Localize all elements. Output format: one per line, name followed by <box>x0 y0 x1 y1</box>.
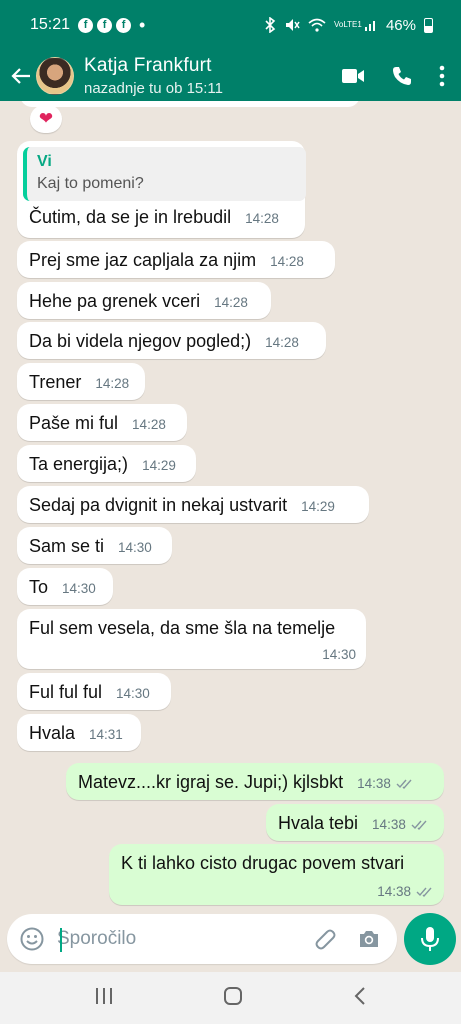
read-ticks-icon <box>416 882 434 903</box>
voice-call-icon[interactable] <box>391 65 413 87</box>
last-seen: nazadnje tu ob 15:11 <box>84 79 224 97</box>
message-time: 14:28 <box>265 335 299 350</box>
message-text: Sam se ti <box>29 536 105 556</box>
message-text: Matevz....kr igraj se. Jupi;) kjlsbkt <box>78 772 344 792</box>
message-bubble-in[interactable]: Paše mi ful 14:28 <box>17 404 187 441</box>
message-bubble-out[interactable]: Matevz....kr igraj se. Jupi;) kjlsbkt 14:… <box>66 763 444 800</box>
message-bubble-in[interactable]: Hehe pa grenek vceri 14:28 <box>17 282 271 319</box>
message-time: 14:30 <box>322 647 356 662</box>
notification-icons: f f f <box>78 17 132 33</box>
message-time: 14:30 <box>62 581 96 596</box>
back-arrow-icon[interactable] <box>6 61 36 91</box>
microphone-button[interactable] <box>404 913 456 965</box>
message-text: Ful ful ful <box>29 682 103 702</box>
message-time: 14:28 <box>270 254 304 269</box>
message-time: 14:30 <box>116 686 150 701</box>
message-bubble-in[interactable]: Da bi videla njegov pogled;) 14:28 <box>17 322 326 359</box>
message-text: K ti lahko cisto drugac povem stvari <box>121 853 405 873</box>
more-options-icon[interactable] <box>439 65 445 87</box>
message-time: 14:28 <box>245 211 279 226</box>
message-time: 14:29 <box>301 499 335 514</box>
message-bubble-in[interactable]: Sedaj pa dvignit in nekaj ustvarit 14:29 <box>17 486 369 523</box>
app-header: 15:21 f f f • VoLTE1 46% Katja Frankfurt… <box>0 0 461 101</box>
message-bubble-in[interactable]: Prej sme jaz capljala za njim 14:28 <box>17 241 335 278</box>
facebook-icon: f <box>78 17 94 33</box>
message-text: Hehe pa grenek vceri <box>29 291 201 311</box>
message-text: Hvala tebi <box>278 813 359 833</box>
facebook-icon: f <box>97 17 113 33</box>
message-time: 14:31 <box>89 727 123 742</box>
message-time: 14:28 <box>214 295 248 310</box>
heart-reaction[interactable]: ❤ <box>30 105 62 133</box>
back-icon[interactable] <box>353 986 367 1011</box>
message-text: Sedaj pa dvignit in nekaj ustvarit <box>29 495 288 515</box>
quote-text: Kaj to pomeni? <box>37 175 144 192</box>
message-bubble-in[interactable]: Vi Kaj to pomeni? Čutim, da se je in lre… <box>17 141 306 238</box>
message-text: Da bi videla njegov pogled;) <box>29 331 252 351</box>
message-text: To <box>29 577 49 597</box>
message-text: Ta energija;) <box>29 454 129 474</box>
emoji-icon[interactable] <box>19 926 45 952</box>
message-time: 14:28 <box>95 376 130 391</box>
message-time: 14:38 <box>372 817 406 832</box>
message-composer <box>7 914 397 964</box>
quoted-message[interactable]: Vi Kaj to pomeni? <box>23 147 306 201</box>
system-navigation-bar <box>0 972 461 1024</box>
message-text: Trener <box>29 372 82 392</box>
status-bar: 15:21 f f f • VoLTE1 46% <box>0 0 461 50</box>
attach-icon[interactable] <box>313 927 337 951</box>
message-bubble-in[interactable]: Hvala 14:31 <box>17 714 141 751</box>
message-bubble-in[interactable]: To 14:30 <box>17 568 113 605</box>
message-bubble-in[interactable]: Trener 14:28 <box>17 363 145 400</box>
message-bubble-in[interactable]: Ful sem vesela, da sme šla na temelje 14… <box>17 609 366 669</box>
message-time: 14:38 <box>357 776 391 791</box>
message-bubble-out[interactable]: Hvala tebi 14:38 <box>266 804 444 841</box>
contact-name: Katja Frankfurt <box>84 54 212 76</box>
message-bubble-in[interactable]: Ful ful ful 14:30 <box>17 673 171 710</box>
message-text: Paše mi ful <box>29 413 119 433</box>
message-time: 14:30 <box>118 540 152 555</box>
battery-icon <box>424 17 433 33</box>
home-icon[interactable] <box>222 985 244 1012</box>
contact-info[interactable]: Katja Frankfurt nazadnje tu ob 15:11 <box>84 55 223 97</box>
more-notifications-dot: • <box>139 14 146 35</box>
camera-icon[interactable] <box>357 928 381 950</box>
chat-toolbar: Katja Frankfurt nazadnje tu ob 15:11 <box>0 50 461 101</box>
text-cursor <box>60 928 62 952</box>
wifi-icon <box>308 18 326 32</box>
read-ticks-icon <box>411 815 429 836</box>
message-bubble-out[interactable]: K ti lahko cisto drugac povem stvari 14:… <box>109 844 444 905</box>
message-text: Prej sme jaz capljala za njim <box>29 250 257 270</box>
read-ticks-icon <box>396 774 414 795</box>
status-time: 15:21 <box>30 16 71 33</box>
message-time: 14:28 <box>132 417 166 432</box>
bluetooth-icon <box>265 17 276 33</box>
volte-label: VoLTE1 <box>333 20 362 29</box>
message-text: Čutim, da se je in lrebudil <box>29 207 232 227</box>
facebook-icon: f <box>116 17 132 33</box>
chat-area[interactable]: ❤ Vi Kaj to pomeni? Čutim, da se je in l… <box>0 101 461 911</box>
quote-author: Vi <box>37 153 52 170</box>
battery-percent: 46% <box>385 16 416 34</box>
message-text: Ful sem vesela, da sme šla na temelje <box>29 618 336 638</box>
message-time: 14:38 <box>377 884 411 899</box>
mute-icon <box>285 19 300 31</box>
recent-apps-icon[interactable] <box>94 987 114 1010</box>
message-input[interactable] <box>57 928 287 950</box>
message-bubble-in[interactable]: Sam se ti 14:30 <box>17 527 172 564</box>
message-text: Hvala <box>29 723 76 743</box>
message-bubble-in[interactable]: Ta energija;) 14:29 <box>17 445 196 482</box>
previous-message-bubble <box>20 101 360 107</box>
video-call-icon[interactable] <box>341 67 365 85</box>
message-time: 14:29 <box>142 458 176 473</box>
microphone-icon <box>421 927 439 951</box>
signal-icon <box>364 21 375 31</box>
contact-avatar[interactable] <box>36 56 74 95</box>
